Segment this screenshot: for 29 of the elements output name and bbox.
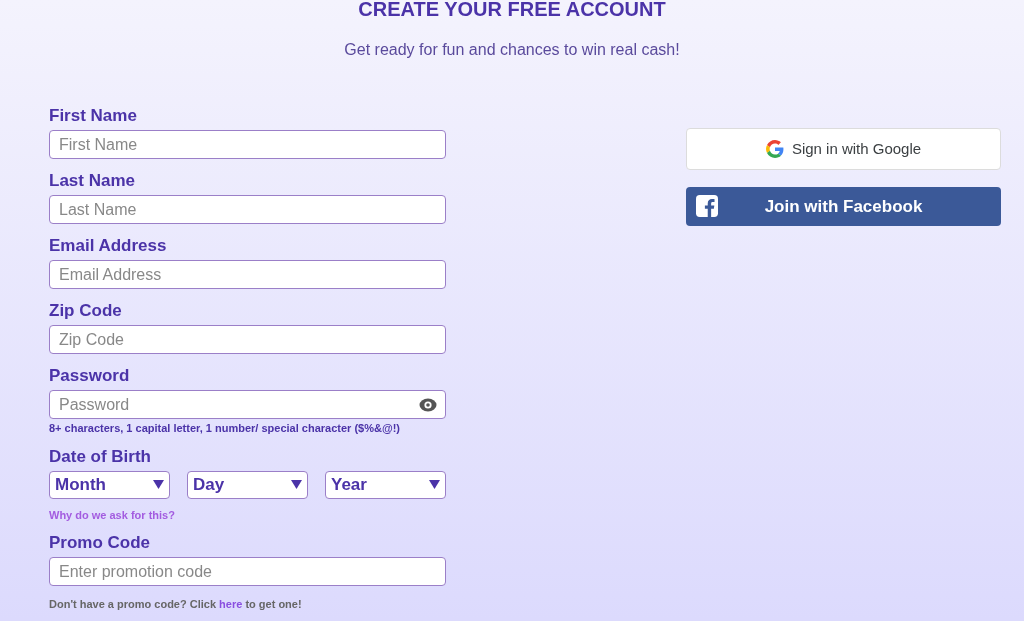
password-field[interactable]: Password bbox=[49, 390, 446, 419]
text-field[interactable]: Last Name bbox=[49, 195, 446, 224]
date-select[interactable]: Year bbox=[325, 470, 446, 499]
field-label: Last Name bbox=[49, 171, 136, 191]
field-label: Zip Code bbox=[49, 301, 123, 321]
promo-link[interactable]: here bbox=[219, 598, 243, 610]
caret-icon bbox=[153, 480, 164, 489]
text-field[interactable]: Zip Code bbox=[49, 325, 446, 354]
page-subtitle: Get ready for fun and chances to win real cash! bbox=[344, 40, 680, 60]
promo-note: Don't have a promo code? Click here to get one! bbox=[49, 597, 303, 612]
caret-icon bbox=[429, 480, 440, 489]
text-field[interactable]: Email Address bbox=[49, 260, 446, 289]
google-button[interactable]: Sign in with Google bbox=[686, 128, 1001, 170]
caret-icon bbox=[291, 480, 302, 489]
google-icon bbox=[765, 140, 784, 158]
date-select[interactable]: Day bbox=[187, 470, 308, 499]
field-label: Email Address bbox=[49, 236, 168, 256]
date-select[interactable]: Month bbox=[49, 470, 170, 499]
password-hint: 8+ characters, 1 capital letter, 1 number/ special character ($%&@!) bbox=[49, 421, 401, 436]
eye-icon[interactable] bbox=[419, 398, 437, 412]
text-field[interactable]: First Name bbox=[49, 130, 446, 159]
field-label: Date of Birth bbox=[49, 446, 152, 467]
facebook-button[interactable]: Join with Facebook bbox=[686, 187, 1001, 226]
facebook-icon bbox=[696, 195, 718, 217]
text-field[interactable]: Enter promotion code bbox=[49, 557, 446, 586]
page-title: CREATE YOUR FREE ACCOUNT bbox=[358, 0, 666, 18]
field-label: First Name bbox=[49, 106, 138, 126]
field-label: Promo Code bbox=[49, 533, 152, 553]
field-label: Password bbox=[49, 366, 131, 386]
